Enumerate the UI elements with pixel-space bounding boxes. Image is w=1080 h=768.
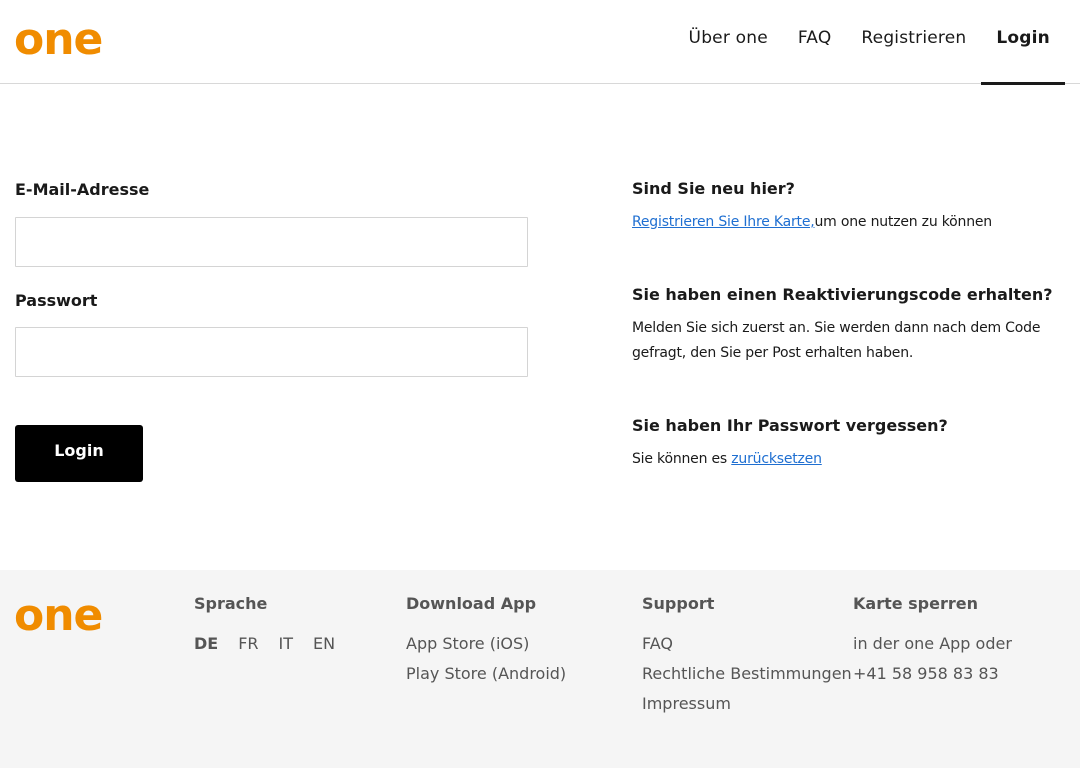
legal-terms-link[interactable]: Rechtliche Bestimmungen [642, 659, 852, 689]
footer-support: Support FAQ Rechtliche Bestimmungen Impr… [642, 594, 852, 719]
reset-password-link[interactable]: zurücksetzen [731, 451, 822, 467]
lang-it[interactable]: IT [279, 629, 294, 659]
site-footer: one Sprache DE FR IT EN Download App App… [0, 570, 1080, 768]
forgot-password-heading: Sie haben Ihr Passwort vergessen? [632, 416, 948, 435]
lang-fr[interactable]: FR [238, 629, 258, 659]
footer-download: Download App App Store (iOS) Play Store … [406, 594, 566, 689]
block-card-phone[interactable]: +41 58 958 83 83 [853, 659, 1012, 689]
footer-language: Sprache DE FR IT EN [194, 594, 335, 659]
reactivation-text: Melden Sie sich zuerst an. Sie werden da… [632, 320, 1041, 361]
lang-en[interactable]: EN [313, 629, 335, 659]
language-heading: Sprache [194, 594, 268, 613]
block-card-app-text: in der one App oder [853, 634, 1012, 653]
nav-item-register[interactable]: Registrieren [846, 0, 981, 84]
forgot-password-text: Sie können es zurücksetzen [632, 447, 1062, 472]
language-switcher: DE FR IT EN [194, 629, 335, 659]
email-field[interactable] [15, 217, 528, 267]
new-user-text: Registrieren Sie Ihre Karte,um one nutze… [632, 210, 1062, 235]
nav-item-login[interactable]: Login [981, 0, 1065, 85]
support-heading: Support [642, 594, 715, 613]
forgot-password-text-prefix: Sie können es [632, 451, 732, 467]
imprint-link[interactable]: Impressum [642, 689, 852, 719]
nav-item-about[interactable]: Über one [674, 0, 783, 84]
footer-faq-link[interactable]: FAQ [642, 629, 852, 659]
play-store-link[interactable]: Play Store (Android) [406, 659, 566, 689]
footer-block-card: Karte sperren in der one App oder +41 58… [853, 594, 1012, 689]
new-user-text-suffix: um one nutzen zu können [814, 214, 993, 230]
download-heading: Download App [406, 594, 537, 613]
email-label: E-Mail-Adresse [15, 180, 150, 199]
site-header: one Über one FAQ Registrieren Login [0, 0, 1080, 85]
password-field[interactable] [15, 327, 528, 377]
footer-one-logo[interactable]: one [14, 594, 103, 638]
one-logo[interactable]: one [14, 18, 103, 62]
new-user-heading: Sind Sie neu hier? [632, 179, 795, 198]
block-card-heading: Karte sperren [853, 594, 979, 613]
lang-de[interactable]: DE [194, 629, 218, 659]
nav-item-faq[interactable]: FAQ [783, 0, 847, 84]
password-label: Passwort [15, 291, 98, 310]
app-store-link[interactable]: App Store (iOS) [406, 629, 566, 659]
login-button[interactable]: Login [15, 425, 143, 482]
register-card-link[interactable]: Registrieren Sie Ihre Karte, [632, 214, 815, 230]
reactivation-heading: Sie haben einen Reaktivierungscode erhal… [632, 285, 1053, 304]
main-nav: Über one FAQ Registrieren Login [674, 0, 1065, 85]
